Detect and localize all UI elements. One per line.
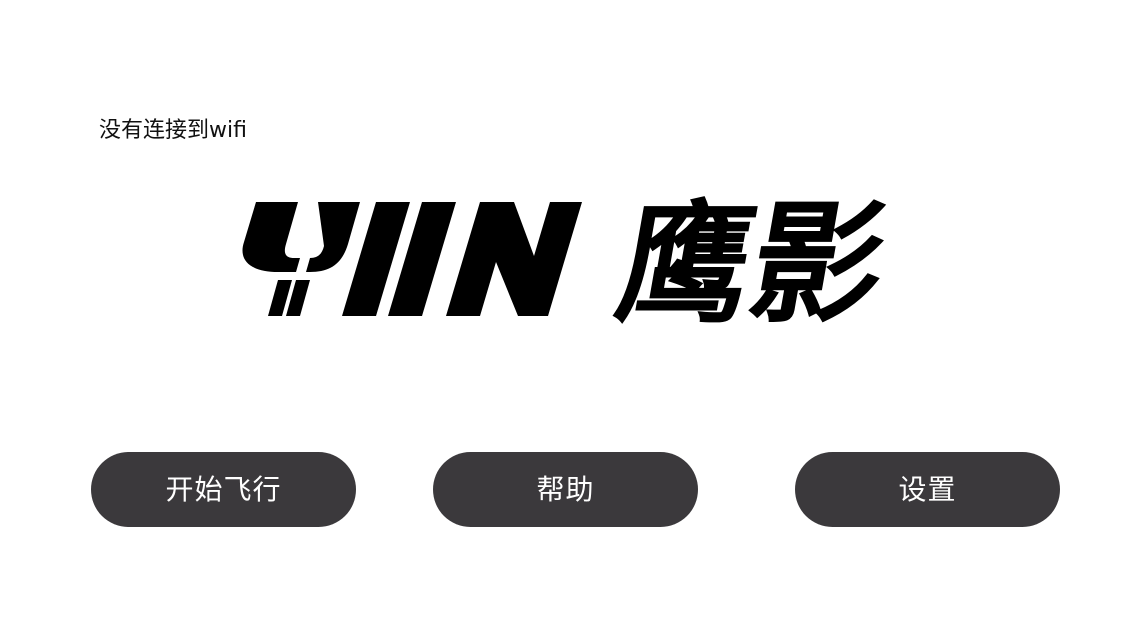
start-flight-button[interactable]: 开始飞行 bbox=[91, 452, 356, 527]
main-menu-screen: 没有连接到wifi 鹰影 开始飞行 帮助 设置 bbox=[0, 0, 1136, 639]
wifi-status-text: 没有连接到wifi bbox=[99, 118, 247, 143]
app-logo-graphic: 鹰影 bbox=[242, 189, 898, 331]
settings-button[interactable]: 设置 bbox=[795, 452, 1060, 527]
app-logo: 鹰影 bbox=[236, 186, 926, 331]
logo-cjk-text: 鹰影 bbox=[607, 189, 898, 331]
logo-latin-letters bbox=[242, 202, 582, 316]
help-button[interactable]: 帮助 bbox=[433, 452, 698, 527]
